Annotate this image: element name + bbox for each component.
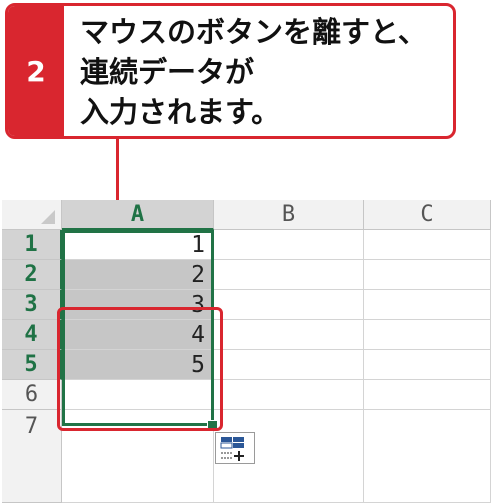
spreadsheet-grid: A B C 1 2 3 4 5 6 7 1 2 3 4 5	[2, 200, 491, 503]
cell-b1[interactable]	[214, 230, 364, 260]
cell-c7[interactable]	[364, 410, 491, 503]
step-number-badge: 2	[8, 6, 64, 136]
callout-line: 入力されます。	[80, 95, 281, 129]
callout-line: 連続データが	[80, 55, 255, 89]
row-header-3[interactable]: 3	[2, 290, 62, 320]
callout-message: マウスのボタンを離すと、 連続データが 入力されます。	[80, 12, 445, 132]
column-header-c[interactable]: C	[364, 200, 491, 230]
instruction-callout: 2 マウスのボタンを離すと、 連続データが 入力されます。	[5, 3, 456, 139]
cell-b5[interactable]	[214, 350, 364, 380]
row-header-5[interactable]: 5	[2, 350, 62, 380]
cell-c1[interactable]	[364, 230, 491, 260]
row-header-4[interactable]: 4	[2, 320, 62, 350]
highlight-frame	[57, 307, 223, 431]
cell-b2[interactable]	[214, 260, 364, 290]
callout-line: マウスのボタンを離すと、	[80, 15, 427, 49]
cell-b3[interactable]	[214, 290, 364, 320]
row-header-7[interactable]: 7	[2, 410, 62, 503]
cell-c5[interactable]	[364, 350, 491, 380]
cell-b6[interactable]	[214, 380, 364, 410]
column-header-b[interactable]: B	[214, 200, 364, 230]
cell-c6[interactable]	[364, 380, 491, 410]
auto-fill-options-button[interactable]	[215, 432, 255, 464]
cell-b4[interactable]	[214, 320, 364, 350]
column-header-a[interactable]: A	[62, 200, 214, 230]
cell-c2[interactable]	[364, 260, 491, 290]
auto-fill-options-icon	[220, 437, 244, 461]
cell-c3[interactable]	[364, 290, 491, 320]
row-header-2[interactable]: 2	[2, 260, 62, 290]
row-header-1[interactable]: 1	[2, 230, 62, 260]
row-header-6[interactable]: 6	[2, 380, 62, 410]
cell-c4[interactable]	[364, 320, 491, 350]
select-all-button[interactable]	[2, 200, 62, 230]
